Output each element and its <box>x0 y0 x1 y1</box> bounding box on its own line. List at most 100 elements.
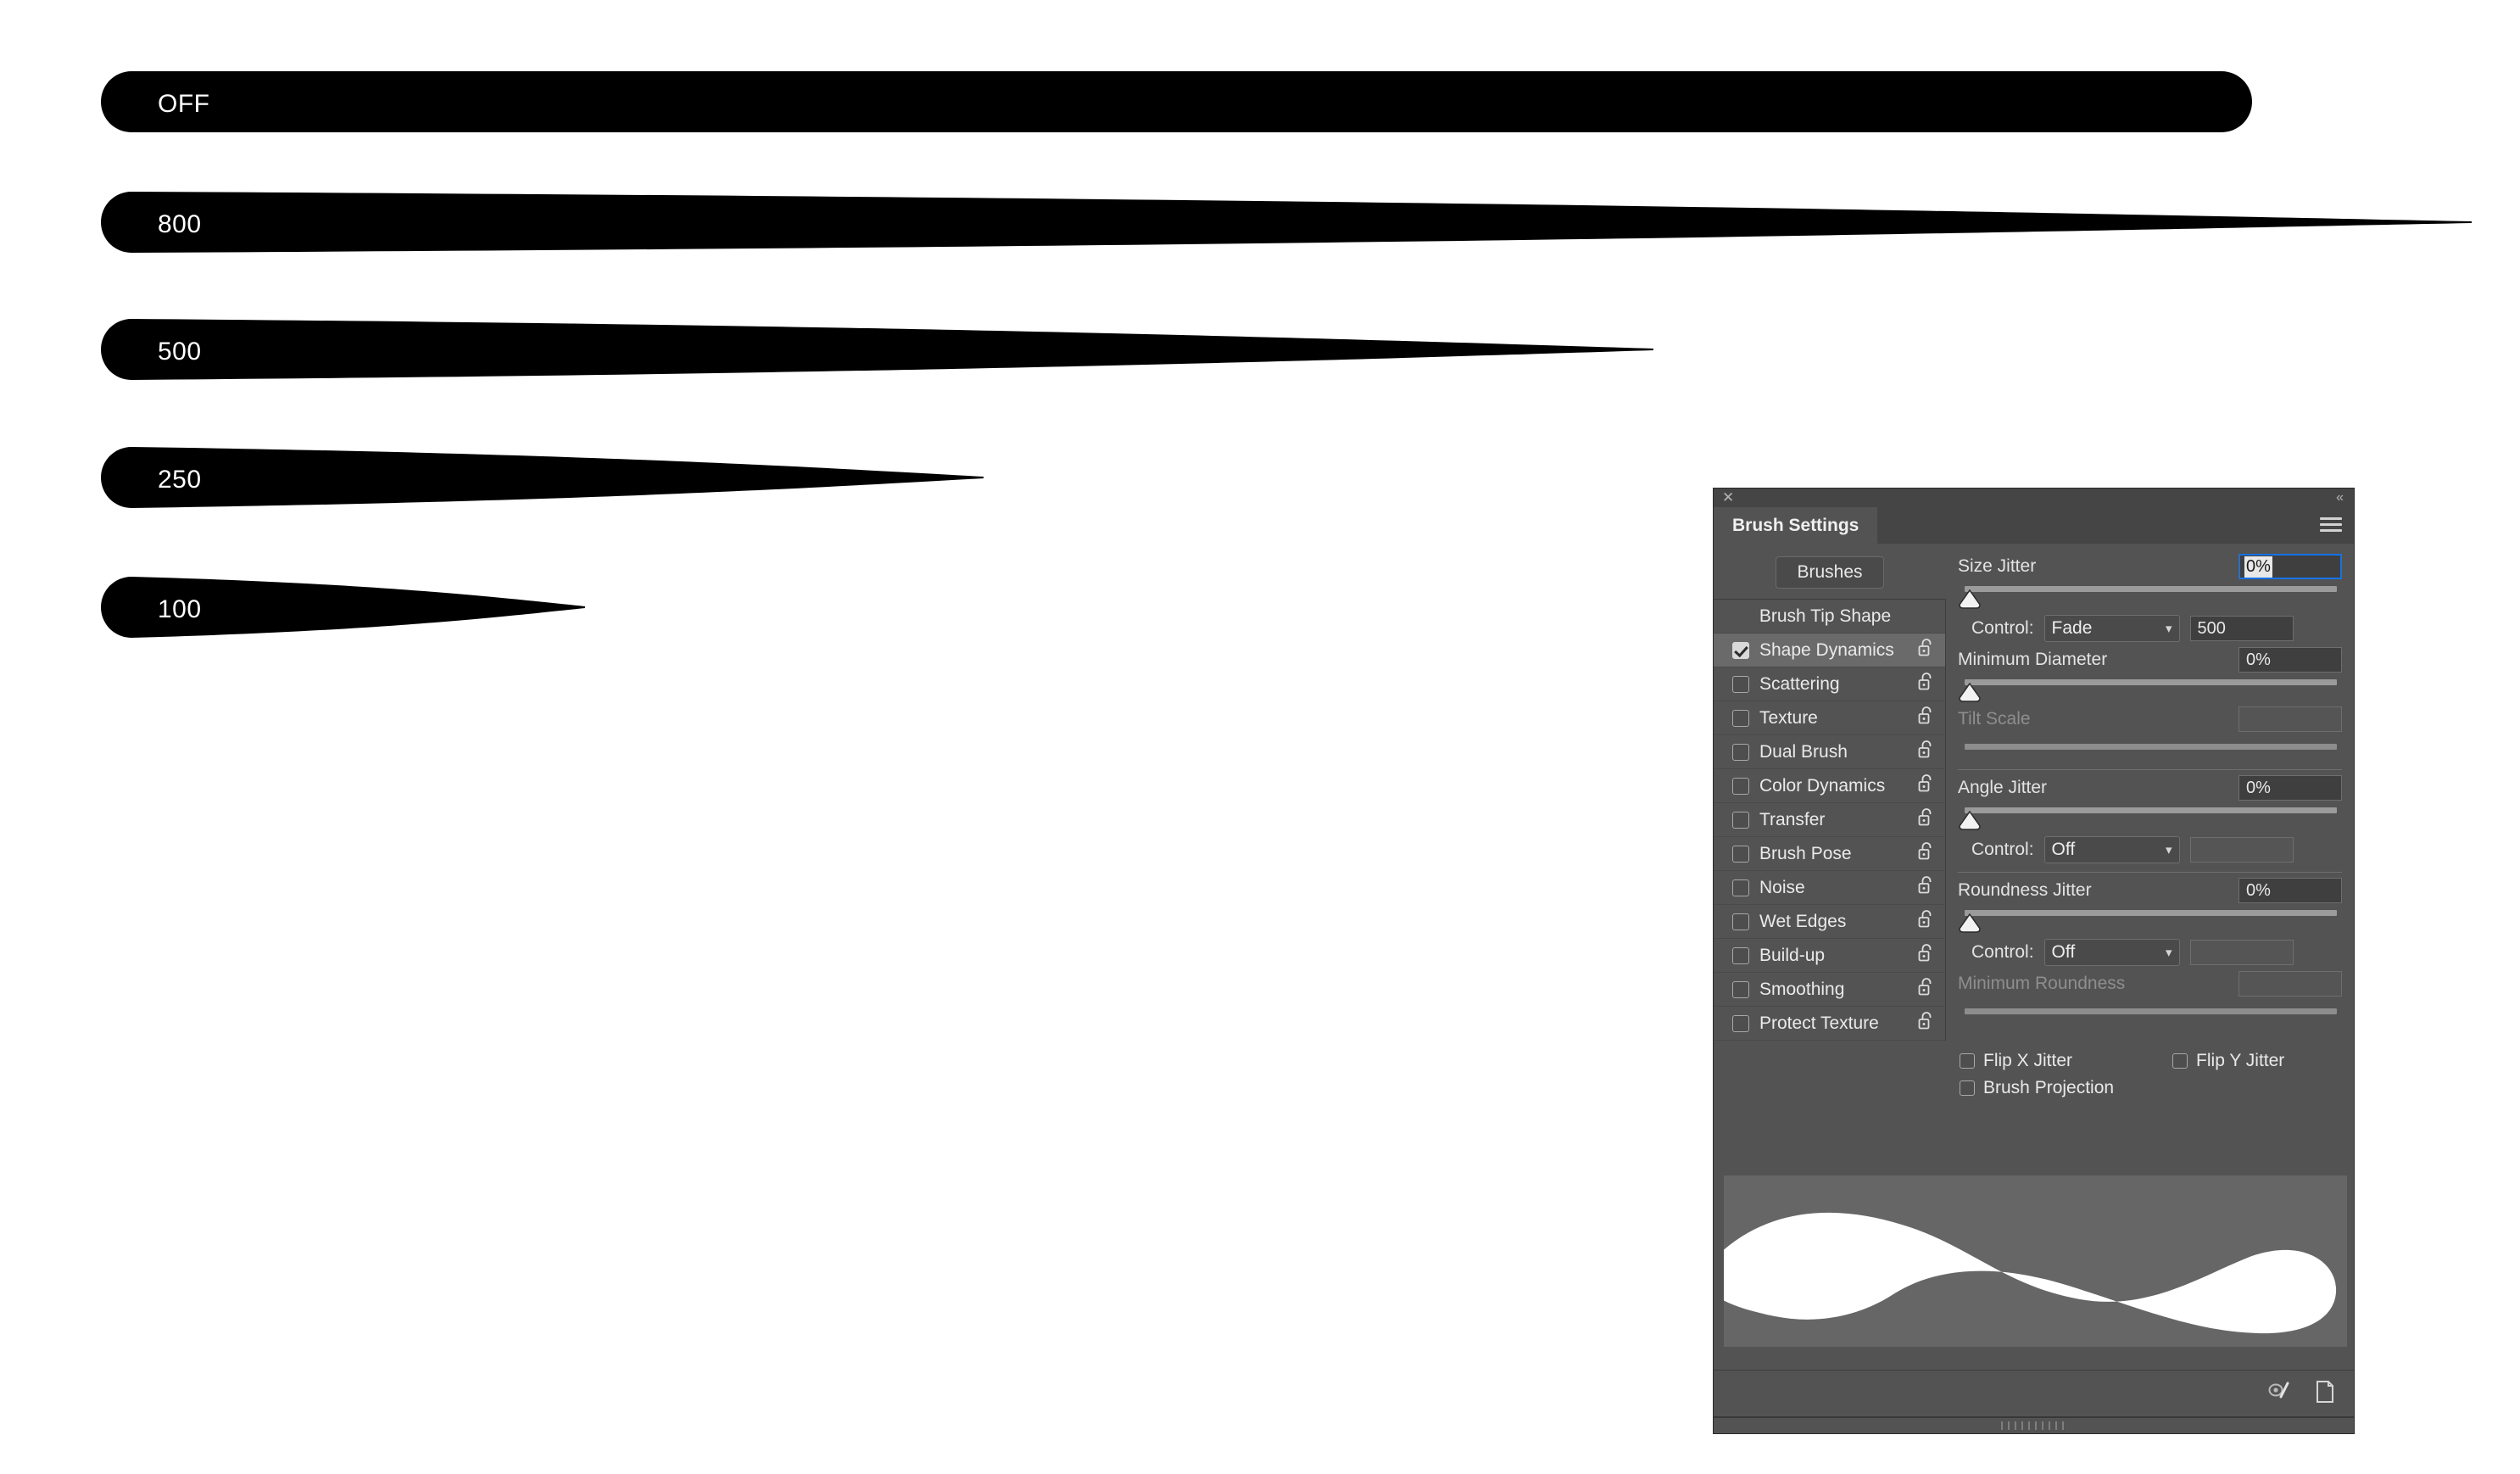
checkbox-icon[interactable] <box>1732 675 1749 693</box>
size-jitter-control-label: Control: <box>1971 618 2034 638</box>
tab-brush-settings[interactable]: Brush Settings <box>1714 507 1878 544</box>
brush-option-brush-tip-shape: Brush Tip Shape <box>1714 600 1945 634</box>
brush-projection-checkbox[interactable]: Brush Projection <box>1960 1078 2114 1098</box>
unlocked-padlock-icon[interactable] <box>1918 773 1935 799</box>
roundness-jitter-slider[interactable] <box>1958 907 2342 935</box>
panel-footer <box>1714 1370 2354 1418</box>
minimum-diameter-row: Minimum Diameter 0% <box>1958 645 2342 674</box>
divider-1 <box>1958 769 2342 770</box>
brush-stroke-250 <box>101 447 984 508</box>
brush-option-texture[interactable]: Texture <box>1714 701 1945 735</box>
minimum-roundness-input <box>2238 971 2342 997</box>
brushes-button[interactable]: Brushes <box>1776 556 1884 589</box>
unlocked-padlock-icon[interactable] <box>1918 875 1935 901</box>
checkbox-icon[interactable] <box>1732 980 1749 998</box>
minimum-diameter-slider[interactable] <box>1958 676 2342 705</box>
unlocked-padlock-icon[interactable] <box>1918 841 1935 867</box>
minimum-roundness-track <box>1965 1008 2337 1014</box>
unlocked-padlock-icon[interactable] <box>1918 943 1935 969</box>
checkbox-icon[interactable] <box>1732 913 1749 930</box>
brush-option-build-up[interactable]: Build-up <box>1714 939 1945 973</box>
minimum-roundness-label: Minimum Roundness <box>1958 974 2126 993</box>
size-jitter-control-value: Fade <box>2051 618 2093 638</box>
roundness-jitter-input[interactable]: 0% <box>2238 878 2342 903</box>
angle-jitter-row: Angle Jitter 0% <box>1958 773 2342 802</box>
panel-resize-grip[interactable] <box>1714 1416 2354 1433</box>
size-jitter-control-row: Control: Fade ▾ 500 <box>1958 611 2342 645</box>
collapse-double-chevron-icon[interactable]: « <box>2336 489 2344 506</box>
brush-option-dual-brush[interactable]: Dual Brush <box>1714 735 1945 769</box>
checkbox-icon[interactable] <box>1732 1014 1749 1032</box>
panel-titlebar: ✕ « <box>1714 489 2354 507</box>
roundness-jitter-extra-input <box>2189 940 2294 965</box>
brush-option-scattering[interactable]: Scattering <box>1714 667 1945 701</box>
unlocked-padlock-icon[interactable] <box>1918 672 1935 697</box>
close-icon[interactable]: ✕ <box>1722 489 1734 506</box>
roundness-jitter-control-value: Off <box>2051 942 2076 962</box>
angle-jitter-input[interactable]: 0% <box>2238 775 2342 801</box>
checkbox-icon[interactable] <box>1732 946 1749 964</box>
unlocked-padlock-icon[interactable] <box>1918 807 1935 833</box>
angle-jitter-control-row: Control: Off ▾ <box>1958 833 2342 867</box>
brush-option-brush-pose[interactable]: Brush Pose <box>1714 837 1945 871</box>
stroke-label-250: 250 <box>158 466 202 494</box>
angle-jitter-track <box>1965 807 2337 813</box>
minimum-diameter-track <box>1965 679 2337 685</box>
brush-option-color-dynamics[interactable]: Color Dynamics <box>1714 769 1945 803</box>
brush-option-label: Build-up <box>1759 945 1826 965</box>
chevron-down-icon: ▾ <box>2166 946 2172 960</box>
unlocked-padlock-icon[interactable] <box>1918 638 1935 663</box>
panel-menu-icon[interactable] <box>2320 516 2342 534</box>
unlocked-padlock-icon[interactable] <box>1918 977 1935 1002</box>
unlocked-padlock-icon[interactable] <box>1918 1011 1935 1036</box>
size-jitter-track <box>1965 586 2337 592</box>
roundness-jitter-track <box>1965 910 2337 916</box>
tilt-scale-row: Tilt Scale <box>1958 705 2342 734</box>
divider-2 <box>1958 872 2342 873</box>
checkbox-icon <box>1960 1053 1975 1069</box>
unlocked-padlock-icon[interactable] <box>1918 740 1935 765</box>
minimum-diameter-label: Minimum Diameter <box>1958 650 2108 669</box>
brush-stroke-500 <box>101 319 1653 380</box>
size-jitter-slider[interactable] <box>1958 583 2342 611</box>
size-jitter-fade-input[interactable]: 500 <box>2189 616 2294 641</box>
unlocked-padlock-icon[interactable] <box>1918 909 1935 935</box>
unlocked-padlock-icon[interactable] <box>1918 706 1935 731</box>
brush-option-wet-edges[interactable]: Wet Edges <box>1714 905 1945 939</box>
size-jitter-input[interactable]: 0% <box>2238 554 2342 579</box>
flip-x-jitter-checkbox[interactable]: Flip X Jitter <box>1960 1051 2072 1071</box>
new-brush-preset-icon[interactable] <box>2267 1381 2293 1408</box>
checkbox-icon[interactable] <box>1732 709 1749 727</box>
brush-option-smoothing[interactable]: Smoothing <box>1714 973 1945 1007</box>
checkbox-icon[interactable] <box>1732 777 1749 795</box>
roundness-jitter-control-select[interactable]: Off ▾ <box>2043 939 2180 966</box>
brush-option-transfer[interactable]: Transfer <box>1714 803 1945 837</box>
brush-option-noise[interactable]: Noise <box>1714 871 1945 905</box>
brush-stroke-off <box>101 71 2252 132</box>
checkbox-icon[interactable] <box>1732 641 1749 659</box>
angle-jitter-control-select[interactable]: Off ▾ <box>2043 836 2180 863</box>
angle-jitter-extra-input <box>2189 837 2294 863</box>
roundness-jitter-control-label: Control: <box>1971 942 2034 962</box>
brush-stroke-800 <box>101 192 2472 253</box>
checkbox-icon[interactable] <box>1732 879 1749 896</box>
minimum-diameter-input[interactable]: 0% <box>2238 647 2342 673</box>
stroke-label-800: 800 <box>158 210 202 238</box>
brushes-button-wrap: Brushes <box>1714 550 1946 599</box>
minimum-diameter-value: 0% <box>2246 650 2271 669</box>
brush-option-label: Noise <box>1759 877 1805 897</box>
angle-jitter-slider[interactable] <box>1958 804 2342 833</box>
brush-option-protect-texture[interactable]: Protect Texture <box>1714 1007 1945 1041</box>
panel-title: Brush Settings <box>1732 515 1859 535</box>
angle-jitter-value: 0% <box>2246 778 2271 797</box>
flip-y-jitter-checkbox[interactable]: Flip Y Jitter <box>2172 1051 2284 1071</box>
new-brush-page-icon[interactable] <box>2315 1380 2335 1409</box>
checkbox-icon[interactable] <box>1732 845 1749 863</box>
size-jitter-control-select[interactable]: Fade ▾ <box>2043 615 2180 642</box>
brush-option-shape-dynamics[interactable]: Shape Dynamics <box>1714 634 1945 667</box>
checkbox-icon[interactable] <box>1732 743 1749 761</box>
tilt-scale-label: Tilt Scale <box>1958 709 2031 729</box>
roundness-jitter-row: Roundness Jitter 0% <box>1958 876 2342 905</box>
roundness-jitter-value: 0% <box>2246 880 2271 900</box>
checkbox-icon[interactable] <box>1732 811 1749 829</box>
